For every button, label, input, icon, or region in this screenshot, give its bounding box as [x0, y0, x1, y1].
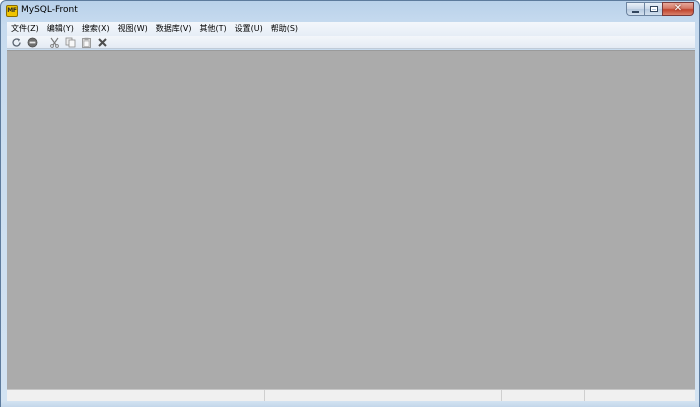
close-icon: ✕: [673, 3, 683, 14]
menu-settings[interactable]: 设置(U): [231, 22, 267, 36]
window-frame-bottom: [1, 401, 699, 407]
caption-buttons: ✕: [626, 2, 694, 18]
menu-database[interactable]: 数据库(V): [152, 22, 196, 36]
app-window: MF MySQL-Front ✕ 文件(Z) 编辑(Y) 搜索(X) 视图(W)…: [0, 0, 700, 407]
copy-icon: [65, 37, 76, 47]
paste-button[interactable]: [81, 37, 92, 48]
delete-button[interactable]: [97, 37, 108, 48]
status-panel: [265, 390, 502, 401]
refresh-icon: [12, 37, 21, 47]
maximize-icon: [650, 6, 658, 12]
status-panel: [502, 390, 585, 401]
menu-search[interactable]: 搜索(X): [78, 22, 114, 36]
workspace-area: [7, 50, 695, 389]
cut-icon: [50, 37, 59, 48]
minimize-button[interactable]: [626, 2, 644, 16]
menu-other[interactable]: 其他(T): [195, 22, 230, 36]
refresh-button[interactable]: [11, 37, 22, 48]
toolbar: [7, 36, 695, 49]
minimize-icon: [632, 11, 639, 13]
window-title: MySQL-Front: [21, 5, 78, 15]
status-panel: [7, 390, 265, 401]
close-button[interactable]: ✕: [662, 2, 694, 16]
menu-file[interactable]: 文件(Z): [7, 22, 43, 36]
delete-icon: [98, 37, 107, 47]
maximize-button[interactable]: [644, 2, 662, 16]
paste-icon: [82, 37, 91, 48]
copy-button[interactable]: [65, 37, 76, 48]
menu-view[interactable]: 视图(W): [114, 22, 152, 36]
title-bar[interactable]: MF MySQL-Front ✕: [1, 1, 699, 22]
app-icon[interactable]: MF: [6, 5, 18, 17]
menu-help[interactable]: 帮助(S): [267, 22, 302, 36]
stop-button[interactable]: [27, 37, 38, 48]
stop-icon: [27, 37, 38, 47]
menu-bar: 文件(Z) 编辑(Y) 搜索(X) 视图(W) 数据库(V) 其他(T) 设置(…: [7, 22, 695, 36]
menu-edit[interactable]: 编辑(Y): [43, 22, 78, 36]
status-bar: [7, 389, 695, 401]
cut-button[interactable]: [49, 37, 60, 48]
status-panel: [585, 390, 695, 401]
